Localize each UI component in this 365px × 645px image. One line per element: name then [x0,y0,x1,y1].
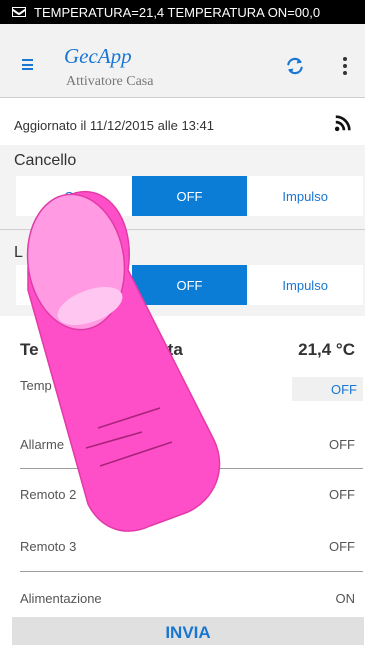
rss-feed-icon[interactable] [334,114,352,132]
setpoint-toggle[interactable]: OFF [292,377,363,401]
luci-title: L [14,244,23,261]
refresh-icon[interactable] [285,56,305,76]
remoto-3-value: OFF [329,539,355,554]
setpoint-label-tail: ione [141,378,166,393]
allarme-value: OFF [329,437,355,452]
luci-on-option[interactable] [16,265,132,305]
remoto-3-label: Remoto 3 [20,539,77,554]
status-bar: TEMPERATURA=21,4 TEMPERATURA ON=00,0 [0,0,365,24]
cancello-switch: ON OFF Impulso [16,176,363,216]
remoto-2-row[interactable]: Remoto 2 OFF [20,487,355,502]
remoto-2-value: OFF [329,487,355,502]
cancello-off-option[interactable]: OFF [131,176,248,216]
status-notification: TEMPERATURA=21,4 TEMPERATURA ON=00,0 [34,4,321,20]
alimentazione-label: Alimentazione [20,591,102,606]
separator [20,468,363,469]
luci-off-option[interactable]: OFF [131,265,248,305]
alimentazione-value: ON [335,591,356,606]
mail-icon [12,7,26,17]
luci-switch: OFF Impulso [16,265,363,305]
app-bar: GecApp Attivatore Casa [0,24,365,98]
setpoint-label: Temp [20,378,52,393]
remoto-3-row[interactable]: Remoto 3 OFF [20,539,355,554]
allarme-label: Allarme [20,437,65,452]
cancello-title: Cancello [14,152,77,169]
cancello-on-option[interactable]: ON [16,176,132,216]
last-updated: Aggiornato il 11/12/2015 alle 13:41 [14,118,214,133]
separator [20,571,363,572]
temperature-value: 21,4 °C [298,340,355,359]
temperature-label-end: evata [139,340,183,359]
more-vert-icon[interactable] [343,57,347,78]
allarme-row[interactable]: Allarme OFF [20,437,355,452]
luci-impulso-option[interactable]: Impulso [247,265,363,305]
cancello-impulso-option[interactable]: Impulso [247,176,363,216]
setpoint-row: Temp ione [20,378,290,393]
temperature-row: Te evata 21,4 °C [20,340,355,360]
alimentazione-row[interactable]: Alimentazione ON [20,591,355,606]
remoto-2-label: Remoto 2 [20,487,77,502]
app-title: GecApp [64,44,132,68]
temperature-label-start: Te [20,340,39,359]
menu-icon[interactable] [22,59,33,70]
send-button[interactable]: INVIA [12,617,364,645]
app-subtitle: Attivatore Casa [66,74,154,89]
